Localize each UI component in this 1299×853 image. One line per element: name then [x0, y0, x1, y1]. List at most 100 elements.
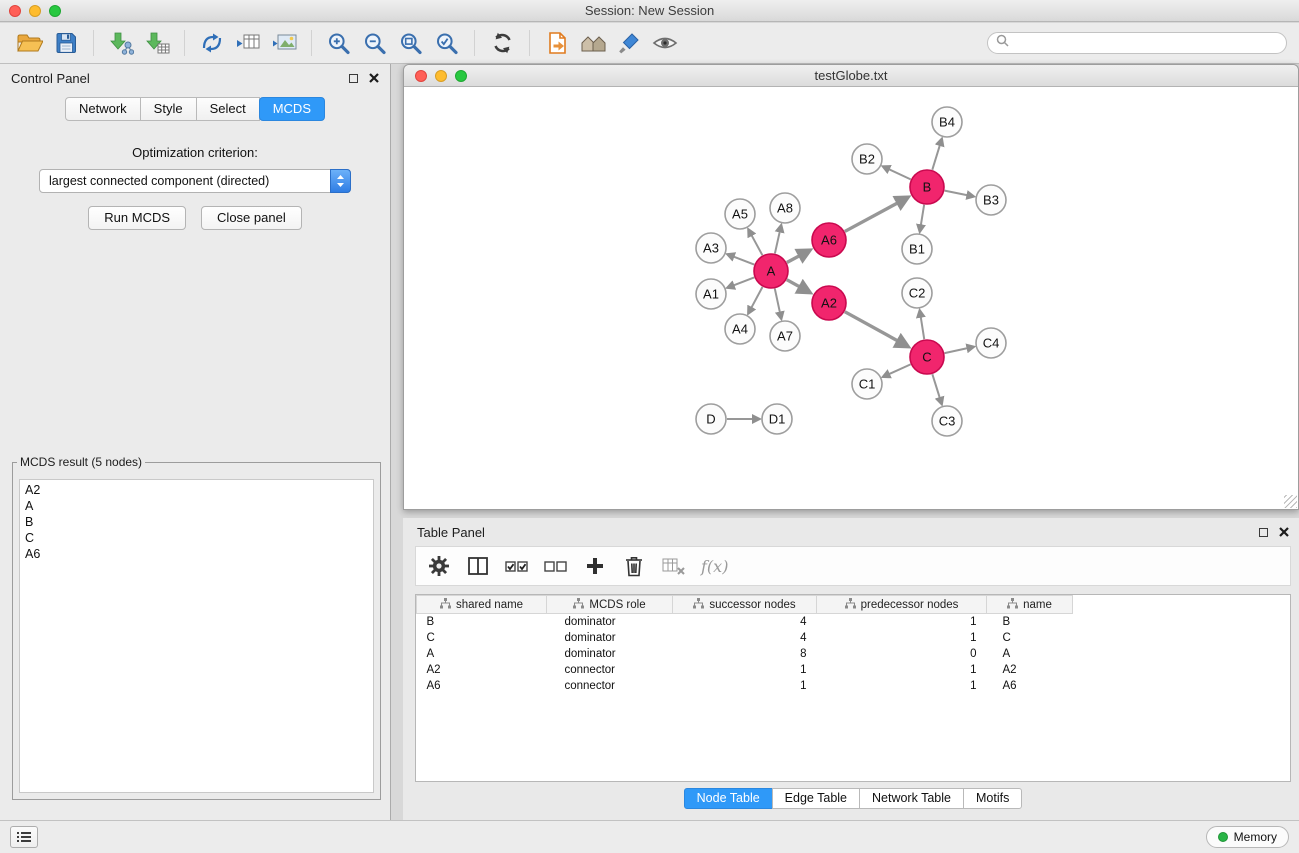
node-A2[interactable]: A2 [812, 286, 846, 320]
edge-B-B3[interactable] [945, 191, 968, 196]
edge-B-B4[interactable] [932, 145, 940, 170]
add-column-icon[interactable] [582, 553, 608, 579]
table-delete-icon[interactable] [660, 553, 686, 579]
node-table-container[interactable]: shared nameMCDS rolesuccessor nodesprede… [415, 594, 1291, 782]
column-header-predecessor-nodes[interactable]: predecessor nodes [817, 596, 987, 614]
select-all-icon[interactable] [504, 553, 530, 579]
node-A3[interactable]: A3 [696, 233, 726, 263]
refresh-icon[interactable] [484, 27, 520, 59]
node-A5[interactable]: A5 [725, 199, 755, 229]
zoom-fit-icon[interactable] [393, 27, 429, 59]
edge-B-B2[interactable] [889, 169, 911, 179]
search-box[interactable] [987, 32, 1287, 54]
edge-C-C3[interactable] [932, 374, 939, 398]
save-icon[interactable] [48, 27, 84, 59]
function-builder-icon[interactable]: f(x) [699, 557, 728, 576]
zoom-window-icon[interactable] [49, 5, 61, 17]
node-A7[interactable]: A7 [770, 321, 800, 351]
search-input[interactable] [1014, 35, 1278, 51]
tab-network[interactable]: Network [65, 97, 141, 121]
tab-motifs[interactable]: Motifs [963, 788, 1022, 809]
edge-A-A7[interactable] [775, 289, 780, 313]
mcds-result-item[interactable]: A6 [20, 546, 373, 562]
zoom-in-icon[interactable] [321, 27, 357, 59]
node-C1[interactable]: C1 [852, 369, 882, 399]
node-A6[interactable]: A6 [812, 223, 846, 257]
node-C2[interactable]: C2 [902, 278, 932, 308]
edge-A-A1[interactable] [733, 277, 754, 285]
column-header-MCDS-role[interactable]: MCDS role [547, 596, 673, 614]
node-C4[interactable]: C4 [976, 328, 1006, 358]
resize-grip[interactable] [1284, 495, 1297, 508]
edge-C-C1[interactable] [889, 364, 911, 374]
table-row[interactable]: Bdominator41B [417, 614, 1073, 630]
node-C[interactable]: C [910, 340, 944, 374]
tab-network-table[interactable]: Network Table [859, 788, 964, 809]
node-B1[interactable]: B1 [902, 234, 932, 264]
network-arrows-icon[interactable] [194, 27, 230, 59]
node-B4[interactable]: B4 [932, 107, 962, 137]
delete-column-icon[interactable] [621, 553, 647, 579]
close-table-panel-icon[interactable] [1279, 527, 1289, 537]
node-B[interactable]: B [910, 170, 944, 204]
mcds-result-item[interactable]: A [20, 498, 373, 514]
column-header-shared-name[interactable]: shared name [417, 596, 547, 614]
edge-A-A5[interactable] [751, 235, 762, 255]
edge-A2-C[interactable] [845, 312, 898, 341]
node-D1[interactable]: D1 [762, 404, 792, 434]
column-header-name[interactable]: name [987, 596, 1073, 614]
zoom-out-icon[interactable] [357, 27, 393, 59]
tab-mcds[interactable]: MCDS [259, 97, 325, 121]
node-C3[interactable]: C3 [932, 406, 962, 436]
node-B3[interactable]: B3 [976, 185, 1006, 215]
import-table-icon[interactable] [139, 27, 175, 59]
float-panel-icon[interactable] [349, 74, 358, 83]
close-panel-icon[interactable] [369, 73, 379, 83]
tab-style[interactable]: Style [140, 97, 197, 121]
edge-A6-B[interactable] [845, 203, 898, 232]
table-row[interactable]: A6connector11A6 [417, 678, 1073, 694]
import-network-icon[interactable] [103, 27, 139, 59]
mcds-result-item[interactable]: A2 [20, 482, 373, 498]
run-mcds-button[interactable]: Run MCDS [88, 206, 186, 230]
split-columns-icon[interactable] [465, 553, 491, 579]
edge-A-A8[interactable] [775, 231, 780, 253]
memory-button[interactable]: Memory [1206, 826, 1289, 848]
tab-select[interactable]: Select [196, 97, 260, 121]
table-row[interactable]: A2connector11A2 [417, 662, 1073, 678]
gear-icon[interactable] [426, 553, 452, 579]
network-graph[interactable]: B4B2BB3A8A5A6B1A3AC2A1A2A4A7C4CC1C3DD1 [404, 88, 1298, 509]
birdseye-homes-icon[interactable] [575, 27, 611, 59]
eye-icon[interactable] [647, 27, 683, 59]
network-minimize-icon[interactable] [435, 70, 447, 82]
mcds-result-item[interactable]: B [20, 514, 373, 530]
column-header-successor-nodes[interactable]: successor nodes [673, 596, 817, 614]
network-zoom-icon[interactable] [455, 70, 467, 82]
table-row[interactable]: Adominator80A [417, 646, 1073, 662]
float-table-panel-icon[interactable] [1259, 528, 1268, 537]
mcds-result-item[interactable]: C [20, 530, 373, 546]
edge-C-C2[interactable] [921, 317, 925, 340]
network-window-titlebar[interactable]: testGlobe.txt [404, 65, 1298, 87]
zoom-selected-icon[interactable] [429, 27, 465, 59]
document-export-icon[interactable] [539, 27, 575, 59]
network-close-icon[interactable] [415, 70, 427, 82]
node-A4[interactable]: A4 [725, 314, 755, 344]
node-A8[interactable]: A8 [770, 193, 800, 223]
tab-edge-table[interactable]: Edge Table [772, 788, 860, 809]
minimize-window-icon[interactable] [29, 5, 41, 17]
edge-A-A3[interactable] [733, 257, 754, 265]
edge-A-A6[interactable] [787, 256, 800, 263]
open-folder-icon[interactable] [12, 27, 48, 59]
edge-A-A4[interactable] [751, 287, 762, 308]
mcds-result-list[interactable]: A2ABCA6 [19, 479, 374, 793]
edge-A-A2[interactable] [787, 280, 800, 287]
paint-brush-icon[interactable] [611, 27, 647, 59]
node-A1[interactable]: A1 [696, 279, 726, 309]
close-window-icon[interactable] [9, 5, 21, 17]
node-B2[interactable]: B2 [852, 144, 882, 174]
close-panel-button[interactable]: Close panel [201, 206, 302, 230]
tab-node-table[interactable]: Node Table [684, 788, 773, 809]
edge-C-C4[interactable] [945, 348, 968, 353]
task-history-button[interactable] [10, 826, 38, 848]
